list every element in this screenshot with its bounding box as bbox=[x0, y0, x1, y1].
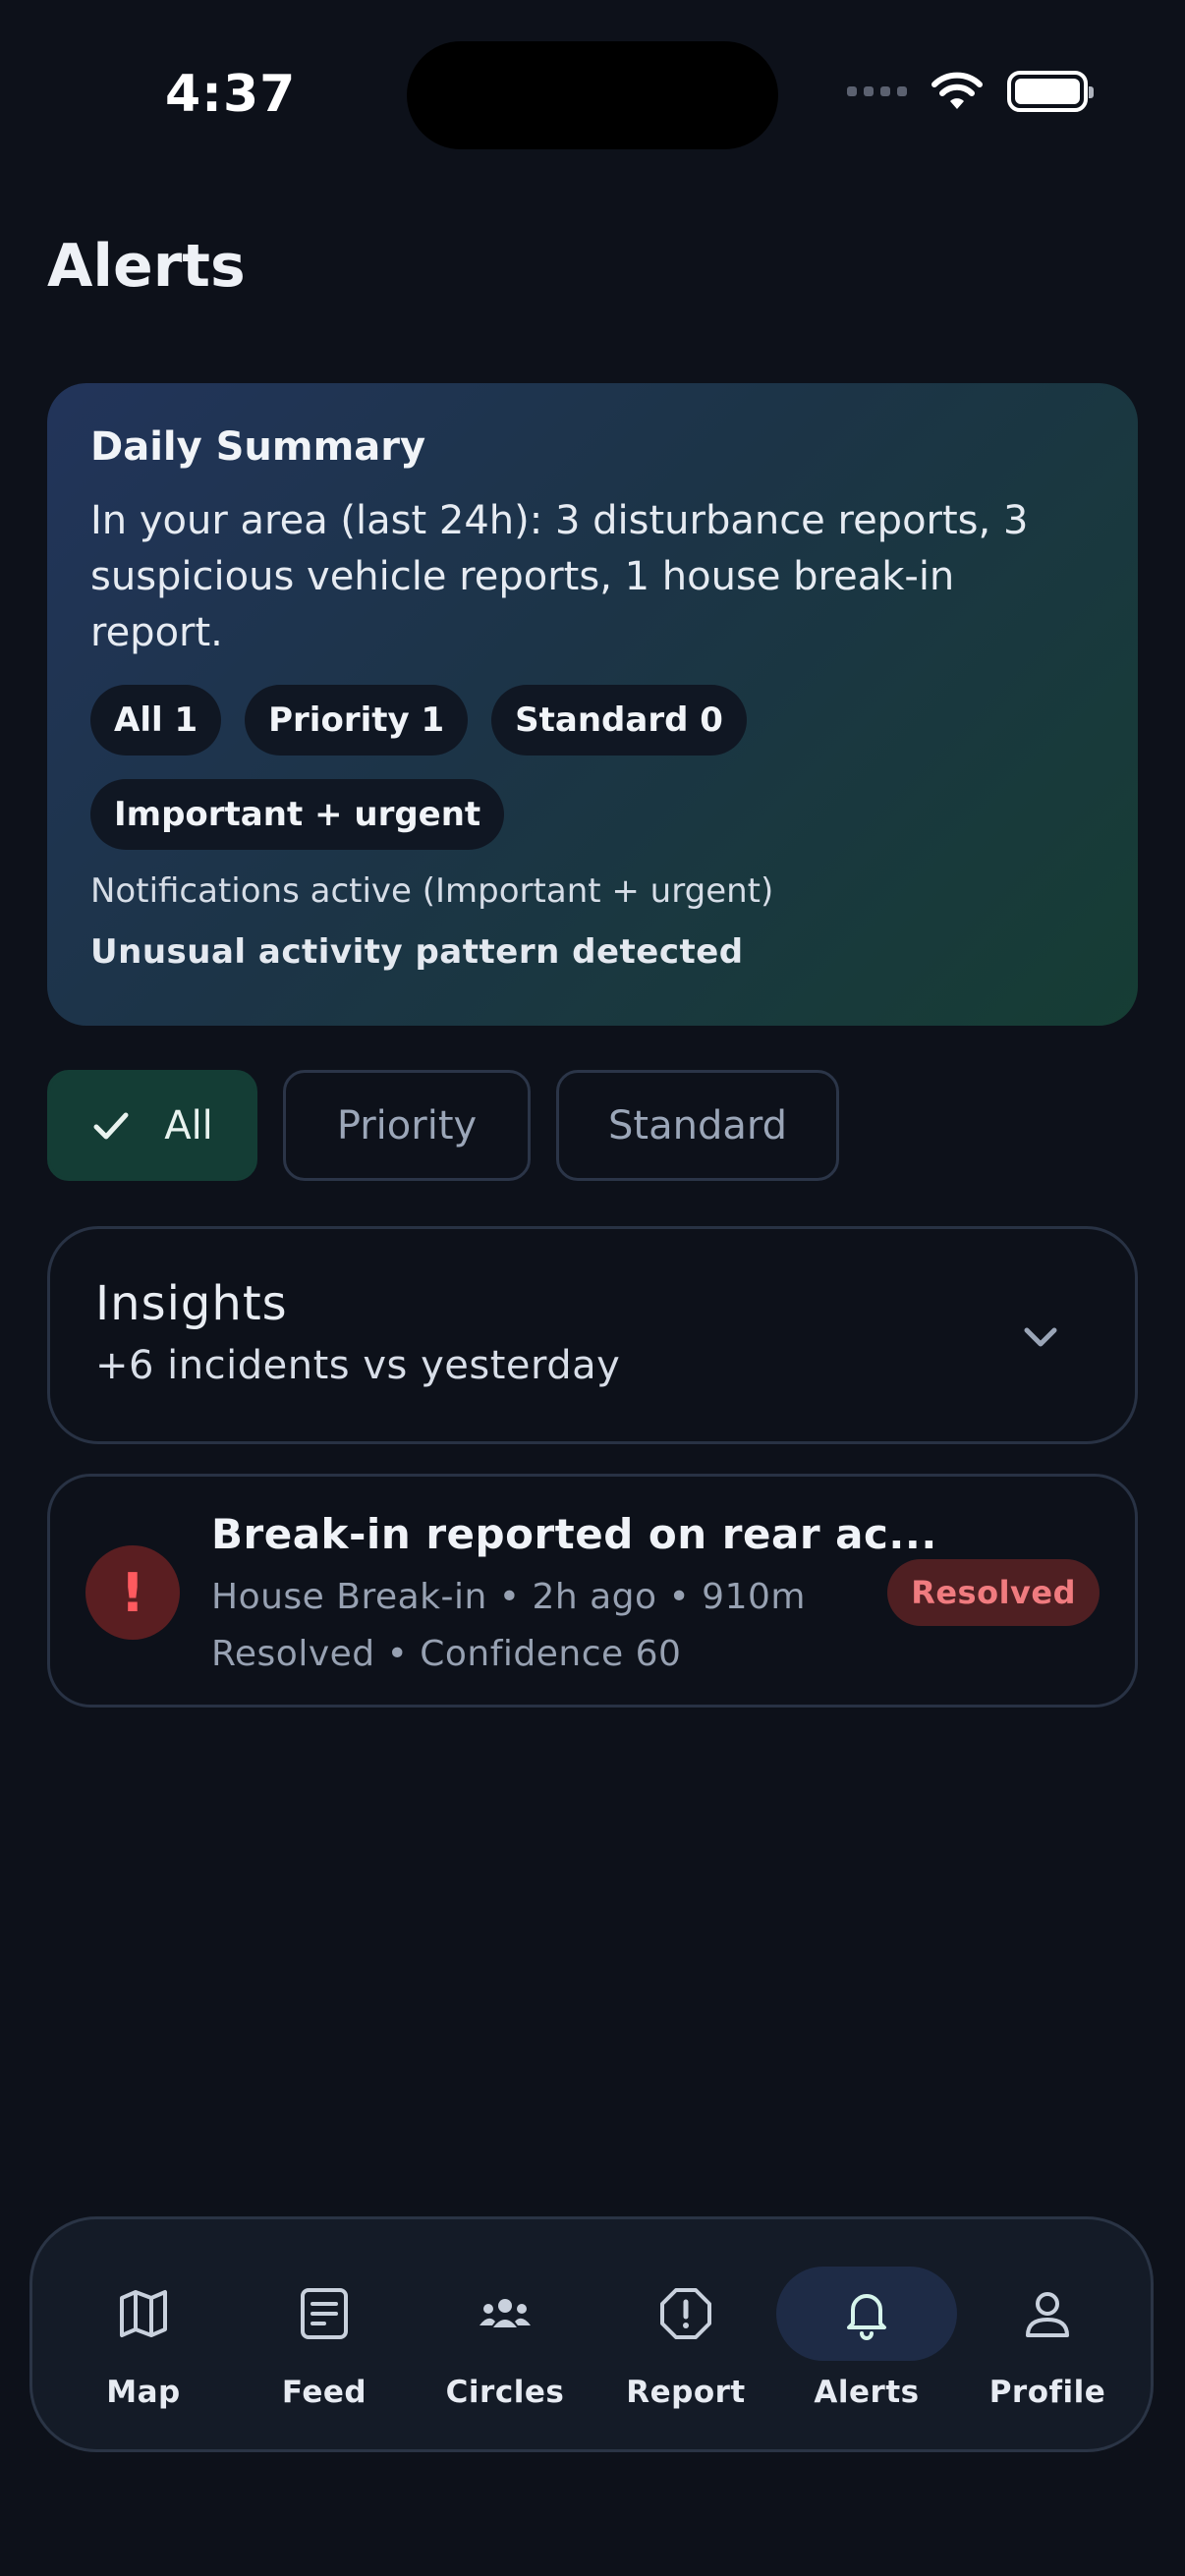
nav-label-report: Report bbox=[626, 2375, 746, 2410]
alert-exclamation-icon: ! bbox=[85, 1545, 180, 1640]
incident-status-line: Resolved • Confidence 60 bbox=[211, 1634, 682, 1674]
filter-priority-label: Priority bbox=[336, 1102, 478, 1148]
nav-item-circles[interactable]: Circles bbox=[415, 2219, 595, 2455]
circles-icon bbox=[480, 2299, 531, 2327]
check-icon bbox=[93, 1112, 129, 1139]
cellular-signal-icon bbox=[847, 86, 907, 96]
chip-standard-count: Standard 0 bbox=[491, 685, 747, 756]
filter-priority[interactable]: Priority bbox=[283, 1070, 531, 1181]
bottom-navigation: Map Feed Circles Report Alerts Profile bbox=[29, 2216, 1154, 2452]
nav-item-map[interactable]: Map bbox=[53, 2219, 234, 2455]
chip-all-count: All 1 bbox=[90, 685, 222, 756]
daily-summary-card: Daily Summary In your area (last 24h): 3… bbox=[47, 383, 1138, 1026]
nav-label-feed: Feed bbox=[281, 2375, 367, 2410]
incident-card[interactable]: ! Break-in reported on rear ac... House … bbox=[47, 1474, 1138, 1708]
status-time: 4:37 bbox=[165, 65, 297, 124]
alert-filters: All Priority Standard bbox=[47, 1070, 839, 1181]
chip-priority-count: Priority 1 bbox=[245, 685, 469, 756]
wifi-icon bbox=[931, 72, 983, 109]
nav-item-profile[interactable]: Profile bbox=[957, 2219, 1138, 2455]
nav-item-feed[interactable]: Feed bbox=[234, 2219, 415, 2455]
unusual-activity-notice: Unusual activity pattern detected bbox=[90, 932, 744, 972]
bell-icon bbox=[847, 2294, 886, 2340]
profile-icon bbox=[1026, 2292, 1069, 2337]
nav-item-report[interactable]: Report bbox=[595, 2219, 776, 2455]
notifications-status: Notifications active (Important + urgent… bbox=[90, 871, 774, 911]
filter-standard[interactable]: Standard bbox=[556, 1070, 839, 1181]
chevron-down-icon[interactable] bbox=[1019, 1316, 1062, 1359]
nav-label-profile: Profile bbox=[988, 2375, 1106, 2410]
filter-all-label: All bbox=[164, 1102, 213, 1148]
page-title: Alerts bbox=[47, 232, 246, 301]
summary-chips: All 1 Priority 1 Standard 0 Important + … bbox=[90, 685, 1083, 850]
report-icon bbox=[660, 2288, 711, 2339]
nav-label-circles: Circles bbox=[445, 2375, 565, 2410]
dynamic-island bbox=[407, 41, 778, 149]
chip-notification-level: Important + urgent bbox=[90, 779, 505, 850]
nav-label-alerts: Alerts bbox=[814, 2375, 920, 2410]
insights-panel[interactable]: Insights +6 incidents vs yesterday bbox=[47, 1226, 1138, 1444]
feed-icon bbox=[301, 2288, 348, 2339]
insights-title: Insights bbox=[95, 1276, 288, 1331]
battery-icon bbox=[1007, 71, 1094, 112]
summary-text: In your area (last 24h): 3 disturbance r… bbox=[90, 498, 1029, 655]
incident-title: Break-in reported on rear ac... bbox=[211, 1510, 937, 1558]
alerts-screen: 4:37 Alerts Daily Summary In your area (… bbox=[0, 0, 1185, 2576]
map-icon bbox=[120, 2290, 167, 2337]
incident-meta: House Break-in • 2h ago • 910m bbox=[211, 1577, 806, 1617]
status-icons bbox=[847, 71, 1094, 112]
filter-all[interactable]: All bbox=[47, 1070, 257, 1181]
filter-standard-label: Standard bbox=[608, 1102, 787, 1148]
nav-label-map: Map bbox=[106, 2375, 181, 2410]
status-badge: Resolved bbox=[887, 1559, 1100, 1626]
nav-item-alerts[interactable]: Alerts bbox=[776, 2219, 957, 2455]
insights-subtitle: +6 incidents vs yesterday bbox=[95, 1343, 621, 1388]
summary-title: Daily Summary bbox=[90, 424, 426, 470]
